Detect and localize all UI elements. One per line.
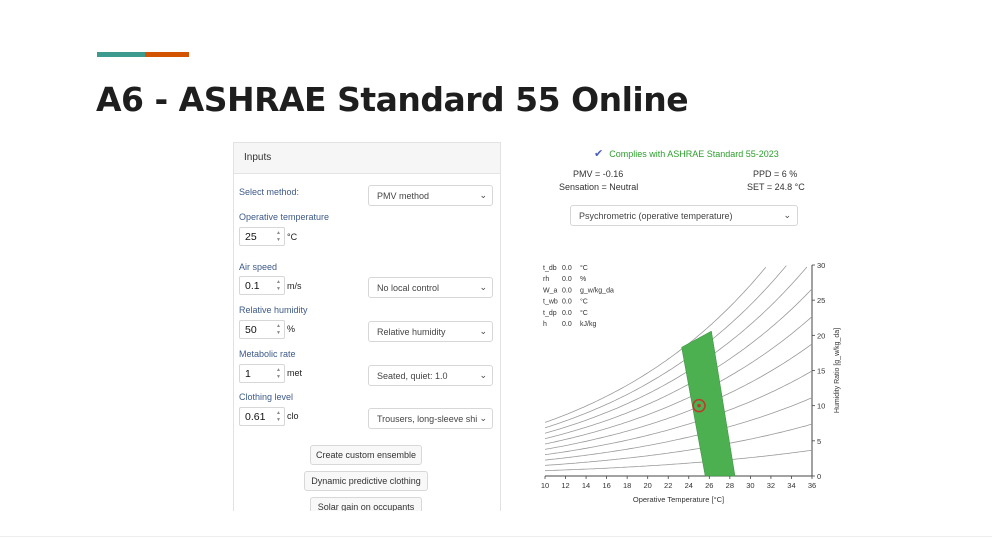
- x-tick-label: 20: [644, 481, 652, 490]
- readout-label: t_dp: [543, 310, 557, 317]
- readout-value: 0.0: [562, 265, 572, 272]
- y-tick-label: 20: [817, 331, 825, 340]
- readout-value: 0.0: [562, 299, 572, 306]
- y-tick-label: 5: [817, 437, 821, 446]
- readout-unit: %: [580, 276, 586, 283]
- readout-unit: kJ/kg: [580, 321, 596, 328]
- y-tick-label: 10: [817, 402, 825, 411]
- footer-divider: [0, 536, 992, 537]
- rh-curve-20: [544, 423, 813, 466]
- rh-curve-60: [544, 316, 813, 445]
- x-tick-label: 24: [685, 481, 693, 490]
- x-axis-label: Operative Temperature [°C]: [633, 495, 724, 504]
- readout-unit: °C: [580, 298, 588, 306]
- x-tick-label: 18: [623, 481, 631, 490]
- y-tick-label: 15: [817, 367, 825, 376]
- comfort-zone: [681, 330, 736, 477]
- readout-value: 0.0: [562, 287, 572, 294]
- x-tick-label: 16: [602, 481, 610, 490]
- x-tick-label: 36: [808, 481, 816, 490]
- readout-unit: °C: [580, 264, 588, 272]
- y-tick-label: 30: [817, 261, 825, 270]
- x-tick-label: 22: [664, 481, 672, 490]
- readout-unit: °C: [580, 309, 588, 317]
- readout-value: 0.0: [562, 321, 572, 328]
- x-tick-label: 34: [787, 481, 795, 490]
- readout-label: W_a: [543, 287, 558, 294]
- rh-curve-50: [544, 343, 813, 450]
- rh-curve-100: [544, 266, 767, 423]
- y-tick-label: 25: [817, 296, 825, 305]
- rh-curve-10: [544, 449, 813, 472]
- readout-label: rh: [543, 276, 549, 283]
- readout-value: 0.0: [562, 310, 572, 317]
- x-tick-label: 28: [726, 481, 734, 490]
- y-tick-label: 0: [817, 472, 821, 481]
- psychrometric-chart[interactable]: 10 12 14 16 18 20 22 24 26 28 30 32 34 360 5 10 15 20 25 30…: [0, 0, 992, 538]
- x-tick-label: 30: [746, 481, 754, 490]
- readout-label: t_wb: [543, 299, 558, 306]
- x-tick-label: 32: [767, 481, 775, 490]
- readout-label: t_db: [543, 265, 557, 272]
- readout-unit: g_w/kg_da: [580, 287, 614, 294]
- current-condition-dot: [697, 403, 701, 408]
- x-tick-label: 10: [541, 481, 549, 490]
- readout-label: h: [543, 321, 547, 328]
- y-axis-label: Humidity Ratio [g_w/kg_da]: [834, 328, 841, 413]
- rh-curve-30: [544, 397, 813, 461]
- x-tick-label: 26: [705, 481, 713, 490]
- x-tick-label: 12: [561, 481, 569, 490]
- x-tick-label: 14: [582, 481, 590, 490]
- readout-value: 0.0: [562, 276, 572, 283]
